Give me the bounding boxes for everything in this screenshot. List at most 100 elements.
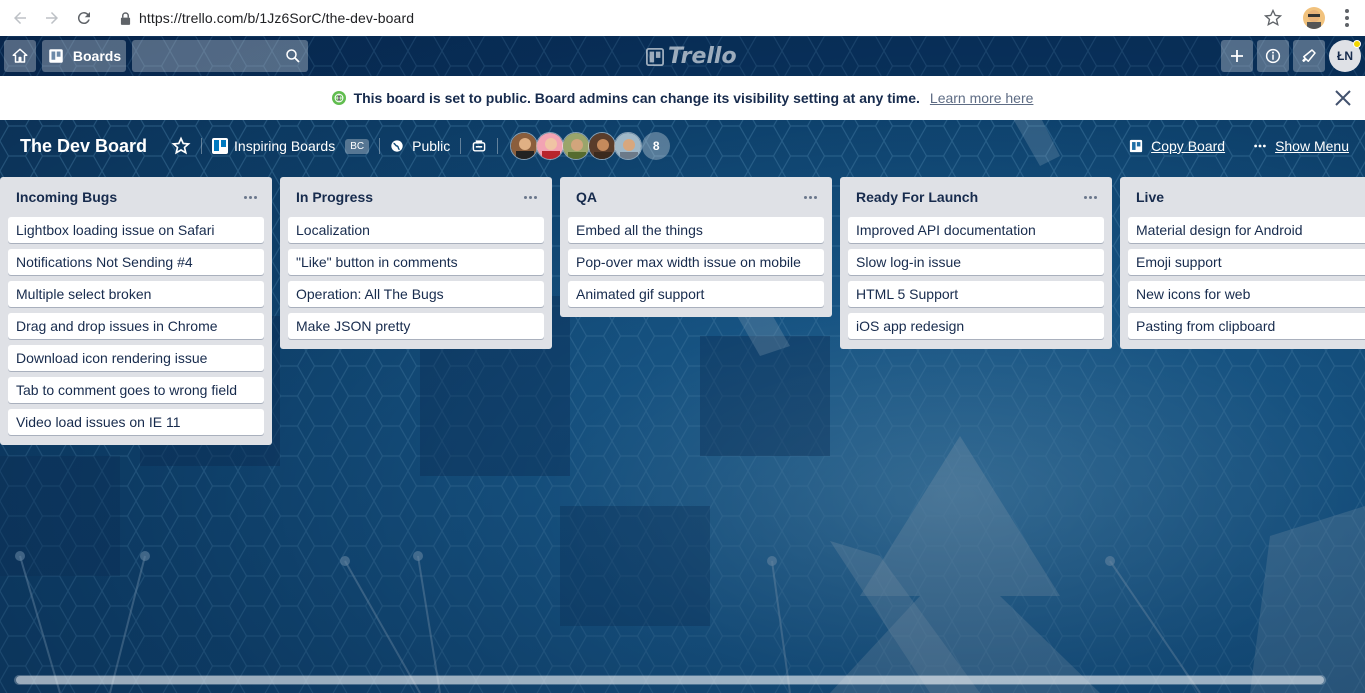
list-incoming-bugs: Incoming Bugs Lightbox loading issue on … — [0, 177, 272, 445]
info-button[interactable] — [1257, 40, 1289, 72]
lock-icon — [118, 11, 132, 25]
visibility-label: Public — [412, 138, 451, 154]
more-horizontal-icon — [1254, 144, 1266, 148]
create-button[interactable] — [1221, 40, 1253, 72]
card[interactable]: "Like" button in comments — [288, 249, 544, 275]
browser-profile-avatar[interactable] — [1303, 7, 1325, 29]
list-ready-for-launch: Ready For Launch Improved API documentat… — [840, 177, 1112, 349]
scrollbar-thumb[interactable] — [16, 676, 1324, 684]
team-visibility-icon[interactable] — [471, 138, 487, 154]
info-icon — [1265, 48, 1281, 64]
plus-icon — [1231, 50, 1243, 62]
list-live: Live Material design for Android Emoji s… — [1120, 177, 1365, 349]
megaphone-icon — [1302, 49, 1316, 62]
copy-board-label: Copy Board — [1151, 138, 1226, 154]
show-menu-button[interactable]: Show Menu — [1253, 138, 1349, 154]
divider — [497, 138, 499, 154]
forward-button[interactable] — [40, 6, 64, 30]
boards-button[interactable]: Boards — [42, 40, 126, 72]
divider — [201, 138, 203, 154]
card[interactable]: Video load issues on IE 11 — [8, 409, 264, 435]
list-menu-icon[interactable] — [802, 189, 818, 205]
arrow-right-icon — [46, 12, 58, 24]
member-avatar[interactable] — [536, 132, 565, 160]
banner-message: This board is set to public. Board admin… — [353, 90, 920, 106]
home-icon — [12, 48, 28, 63]
card[interactable]: HTML 5 Support — [848, 281, 1104, 307]
card[interactable]: Pop-over max width issue on mobile — [568, 249, 824, 275]
card[interactable]: Improved API documentation — [848, 217, 1104, 243]
back-button[interactable] — [8, 6, 32, 30]
team-name: Inspiring Boards — [234, 138, 336, 154]
card[interactable]: Multiple select broken — [8, 281, 264, 307]
card[interactable]: Slow log-in issue — [848, 249, 1104, 275]
address-bar[interactable]: https://trello.com/b/1Jz6SorC/the-dev-bo… — [139, 10, 414, 26]
member-initials: ŁN — [1337, 49, 1353, 63]
visibility-button[interactable]: Public — [390, 138, 450, 154]
card[interactable]: Notifications Not Sending #4 — [8, 249, 264, 275]
board-title[interactable]: The Dev Board — [20, 136, 147, 157]
boards-label: Boards — [72, 48, 122, 64]
list-title[interactable]: Live — [1136, 189, 1164, 205]
horizontal-scrollbar[interactable] — [14, 675, 1326, 685]
card[interactable]: Tab to comment goes to wrong field — [8, 377, 264, 403]
team-icon — [212, 138, 229, 154]
card[interactable]: Drag and drop issues in Chrome — [8, 313, 264, 339]
card[interactable]: Download icon rendering issue — [8, 345, 264, 371]
bookmark-star-icon[interactable] — [1263, 8, 1283, 28]
card[interactable]: Emoji support — [1128, 249, 1365, 275]
browser-menu-icon[interactable] — [1339, 8, 1355, 28]
list-title[interactable]: In Progress — [296, 189, 373, 205]
boards-icon — [49, 49, 63, 63]
member-count-badge[interactable]: 8 — [642, 132, 671, 160]
team-button[interactable]: Inspiring Boards BC — [212, 138, 370, 154]
home-button[interactable] — [4, 40, 36, 72]
card[interactable]: Animated gif support — [568, 281, 824, 307]
member-avatar[interactable] — [614, 132, 643, 160]
card[interactable]: iOS app redesign — [848, 313, 1104, 339]
list-menu-icon[interactable] — [1082, 189, 1098, 205]
list-title[interactable]: QA — [576, 189, 597, 205]
list-menu-icon[interactable] — [522, 189, 538, 205]
arrow-left-icon — [14, 12, 26, 24]
member-avatar[interactable]: ŁN — [1329, 40, 1361, 72]
card[interactable]: Embed all the things — [568, 217, 824, 243]
list-in-progress: In Progress Localization "Like" button i… — [280, 177, 552, 349]
reload-button[interactable] — [72, 6, 96, 30]
show-menu-label: Show Menu — [1275, 138, 1349, 154]
learn-more-link[interactable]: Learn more here — [930, 90, 1034, 106]
trello-logo-icon — [646, 47, 664, 66]
divider — [379, 138, 381, 154]
member-avatar[interactable] — [562, 132, 591, 160]
card[interactable]: Make JSON pretty — [288, 313, 544, 339]
globe-icon — [391, 140, 403, 152]
board-members: 8 — [510, 132, 671, 160]
board-header: The Dev Board Inspiring Boards BC Public… — [0, 128, 1365, 164]
search-icon — [286, 49, 300, 63]
star-icon[interactable] — [171, 136, 191, 156]
member-avatar[interactable] — [588, 132, 617, 160]
member-avatar[interactable] — [510, 132, 539, 160]
card[interactable]: Lightbox loading issue on Safari — [8, 217, 264, 243]
list-title[interactable]: Incoming Bugs — [16, 189, 117, 205]
close-icon[interactable] — [1333, 88, 1353, 108]
card[interactable]: New icons for web — [1128, 281, 1365, 307]
card[interactable]: Pasting from clipboard — [1128, 313, 1365, 339]
trello-logo-text: Trello — [668, 44, 737, 69]
card[interactable]: Localization — [288, 217, 544, 243]
copy-board-button[interactable]: Copy Board — [1129, 138, 1225, 154]
list-title[interactable]: Ready For Launch — [856, 189, 978, 205]
board-icon — [1130, 139, 1143, 153]
card[interactable]: Operation: All The Bugs — [288, 281, 544, 307]
list-qa: QA Embed all the things Pop-over max wid… — [560, 177, 832, 317]
notifications-button[interactable] — [1293, 40, 1325, 72]
search-input[interactable] — [132, 40, 308, 72]
list-menu-icon[interactable] — [242, 189, 258, 205]
divider — [460, 138, 462, 154]
public-board-banner: This board is set to public. Board admin… — [0, 76, 1365, 120]
card[interactable]: Material design for Android — [1128, 217, 1365, 243]
globe-icon — [331, 91, 346, 105]
notification-dot — [1353, 40, 1361, 48]
reload-icon — [77, 12, 90, 25]
trello-logo[interactable]: Trello — [646, 44, 737, 69]
